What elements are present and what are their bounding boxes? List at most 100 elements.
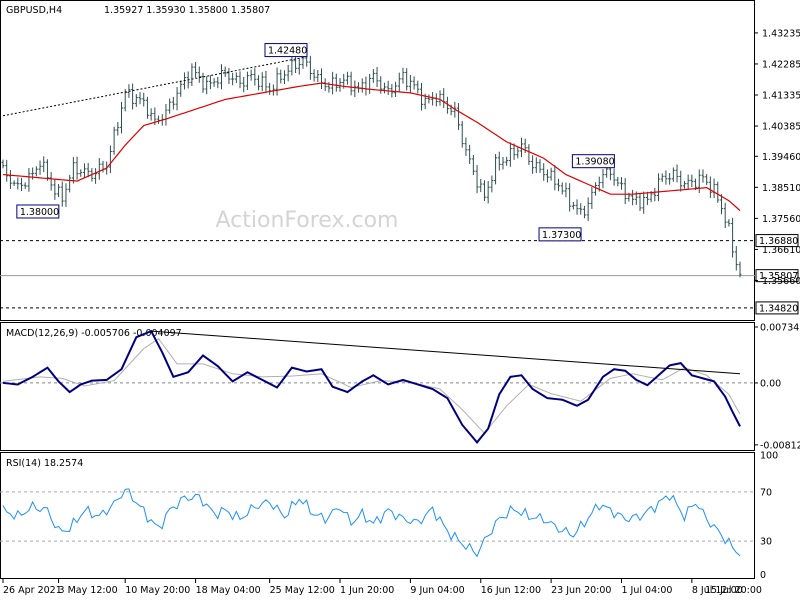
price-bar <box>642 191 646 214</box>
price-bar <box>375 67 379 88</box>
x-tick-label: 18 May 04:00 <box>196 585 261 596</box>
price-tick-label: 1.39460 <box>762 152 800 163</box>
price-bar <box>208 75 212 90</box>
macd-panel-border <box>0 322 755 451</box>
price-bar <box>75 156 79 180</box>
price-bar <box>364 76 368 96</box>
price-bar <box>482 180 486 202</box>
price-tick-label: 1.37560 <box>762 214 800 225</box>
price-bar <box>638 194 642 211</box>
price-bar <box>657 173 661 202</box>
price-bar <box>594 182 598 196</box>
price-bar <box>194 61 198 78</box>
price-bar <box>294 56 298 74</box>
macd-tick-label: 0.007342 <box>760 322 800 333</box>
price-bar <box>564 182 568 198</box>
price-bar <box>64 183 68 207</box>
price-tick-label: 1.42285 <box>762 59 800 70</box>
price-bar <box>60 181 64 207</box>
price-bar <box>20 177 24 192</box>
price-bar <box>12 180 16 187</box>
price-bar <box>579 203 583 215</box>
price-bar <box>675 164 679 183</box>
x-tick-label: 25 May 12:00 <box>270 585 335 596</box>
price-bar <box>260 72 264 92</box>
price-bar <box>542 163 546 181</box>
price-bar <box>212 78 216 87</box>
price-annotation: 1.37300 <box>538 227 582 242</box>
price-bar <box>108 145 112 174</box>
price-bar <box>34 166 38 177</box>
rsi-layer: 100 70 30 0 <box>0 451 778 581</box>
price-tick-label: 1.43235 <box>762 28 800 39</box>
price-bar <box>382 82 386 94</box>
price-bar <box>682 180 686 189</box>
price-tick-label: 1.38510 <box>762 183 800 194</box>
price-bar <box>419 82 423 111</box>
price-bar <box>253 68 257 86</box>
price-bar <box>145 96 149 119</box>
price-bar <box>534 157 538 173</box>
macd-layer: 0.0073420.00-0.008126 <box>0 322 800 451</box>
price-bar <box>686 174 690 190</box>
price-bar <box>723 202 727 228</box>
price-bar <box>297 58 301 75</box>
price-bar <box>531 155 535 174</box>
watermark: ActionForex.com <box>216 208 399 233</box>
price-bar <box>397 72 401 93</box>
price-bar <box>690 174 694 188</box>
price-annotation: 1.39080 <box>571 154 615 169</box>
price-bar <box>112 126 116 155</box>
price-bar <box>438 90 442 106</box>
price-bar <box>701 169 705 183</box>
price-bar <box>242 76 246 93</box>
price-bar <box>727 219 731 227</box>
price-bar <box>494 154 498 185</box>
price-bars-layer <box>1 53 742 278</box>
price-bar <box>149 108 153 121</box>
price-bar <box>386 80 390 95</box>
price-bar <box>220 64 224 90</box>
price-bar <box>116 121 120 136</box>
price-bar <box>601 169 605 189</box>
price-bar <box>94 168 98 184</box>
price-bar <box>171 96 175 110</box>
price-bar <box>338 77 342 92</box>
price-bar <box>427 94 431 104</box>
price-bar <box>138 92 142 105</box>
price-bar <box>501 156 505 170</box>
price-bar <box>264 70 268 94</box>
price-tick-label: 1.35660 <box>762 276 800 287</box>
price-bar <box>131 83 135 110</box>
price-bar <box>612 168 616 186</box>
price-grid-layer <box>0 240 755 309</box>
x-tick-label: 26 Apr 2021 <box>3 585 62 596</box>
price-bar <box>497 151 501 171</box>
price-bar <box>660 173 664 183</box>
x-tick-label: 15 Jul 20:00 <box>705 585 762 596</box>
price-bar <box>668 173 672 185</box>
price-bar <box>431 91 435 106</box>
price-bar <box>271 84 275 96</box>
price-bar <box>168 98 172 114</box>
price-bar <box>27 168 31 192</box>
rsi-line <box>2 488 741 558</box>
price-bar <box>553 165 557 191</box>
price-bar <box>631 189 635 206</box>
price-bar <box>231 72 235 86</box>
price-bar <box>257 75 261 91</box>
price-bar <box>575 199 579 215</box>
price-bar <box>479 178 483 193</box>
price-bar <box>334 73 338 92</box>
price-bar <box>560 182 564 195</box>
price-bar <box>464 137 468 157</box>
svg-text:1.42480: 1.42480 <box>268 46 307 57</box>
rsi-tick-label: 0 <box>760 570 766 581</box>
price-bar <box>557 178 561 192</box>
price-bar <box>368 73 372 94</box>
price-bar <box>312 69 316 82</box>
price-bar <box>38 160 42 175</box>
price-bar <box>279 69 283 84</box>
price-bar <box>571 202 575 210</box>
price-bar <box>286 64 290 82</box>
